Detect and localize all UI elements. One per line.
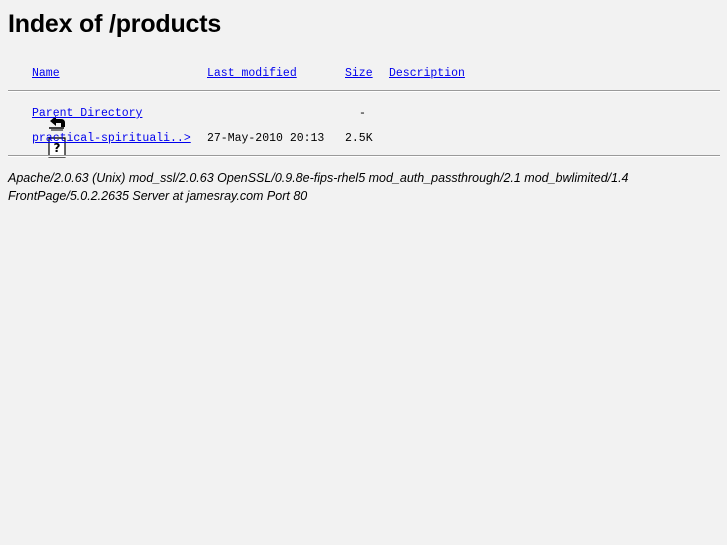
sort-by-last-modified-link[interactable]: Last modified [207,64,297,84]
top-divider [8,90,720,92]
parent-directory-link[interactable]: Parent Directory [32,104,142,124]
back-arrow-icon [6,98,66,131]
table-row: ? practical-spirituali..> 27-May-2010 20… [0,129,727,158]
bottom-divider [8,155,720,157]
file-link[interactable]: practical-spirituali..> [32,129,191,149]
table-row: Parent Directory - [0,104,727,131]
row-size: - [359,107,366,120]
row-last-modified: 27-May-2010 20:13 [207,132,325,145]
server-signature-line-2: FrontPage/5.0.2.2635 Server at jamesray.… [8,189,308,203]
sort-by-size-link[interactable]: Size [345,64,373,84]
server-signature-line-1: Apache/2.0.63 (Unix) mod_ssl/2.0.63 Open… [8,171,629,185]
row-size: 2.5K [345,132,373,145]
sort-by-name-link[interactable]: Name [32,64,60,84]
listing-header-row: Name Last modified Size Description [0,64,727,84]
server-signature: Apache/2.0.63 (Unix) mod_ssl/2.0.63 Open… [8,169,708,205]
unknown-file-icon: ? [7,124,67,158]
sort-by-description-link[interactable]: Description [389,64,465,84]
page-title: Index of /products [8,10,222,38]
